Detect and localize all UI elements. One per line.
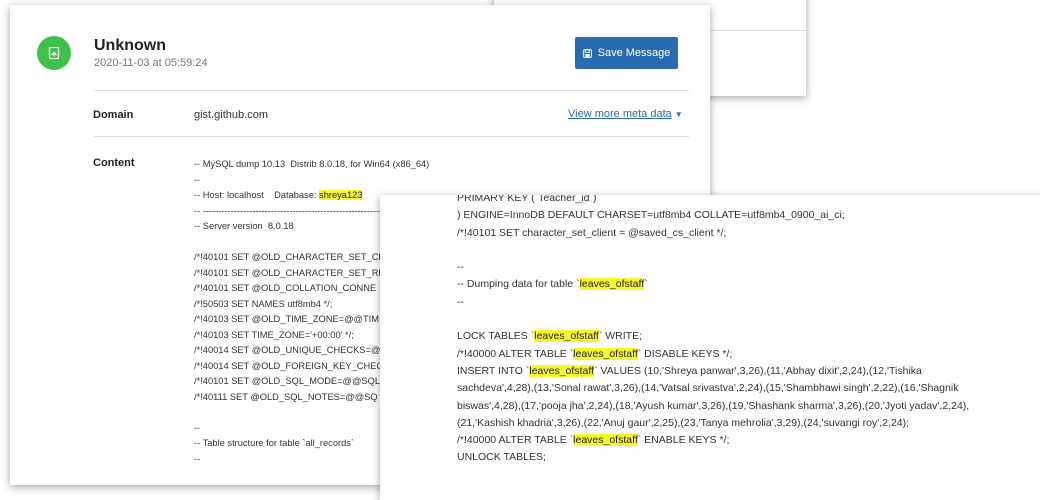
search-highlight: leaves_ofstaff (573, 434, 638, 447)
code-line: INSERT INTO `leaves_ofstaff` VALUES (10,… (457, 363, 1037, 380)
code-line: biswas',4,28),(17,'pooja jha',2,24),(18,… (457, 399, 970, 412)
content-label: Content (93, 157, 135, 169)
code-text: ` (644, 278, 648, 291)
content-text: /*!40101 SET @OLD_CHARACTER_SET_RE (194, 267, 385, 278)
content-expanded-text: PRIMARY KEY (`Teacher_id`) ) ENGINE=Inno… (457, 195, 1037, 467)
header-divider (94, 90, 689, 91)
code-line: -- (457, 261, 464, 274)
code-line: (21,'Kashish khadria',3,26),(22,'Anuj ga… (457, 416, 910, 429)
code-line: UNLOCK TABLES; (457, 451, 546, 464)
content-text: /*!40103 SET TIME_ZONE='+00:00' */; (194, 329, 354, 340)
code-text: ` DISABLE KEYS */; (637, 347, 733, 360)
view-more-meta-link[interactable]: View more meta data ▼ (568, 108, 683, 120)
code-text: INSERT INTO ` (457, 364, 530, 377)
content-text: -- Table structure for table `all_record… (194, 438, 355, 448)
content-text: -- (194, 453, 201, 464)
save-message-label: Save Message (597, 47, 671, 59)
domain-label: Domain (93, 109, 134, 121)
content-expanded-panel: PRIMARY KEY (`Teacher_id`) ) ENGINE=Inno… (380, 195, 1040, 500)
content-text: /*!50503 SET NAMES utf8mb4 */; (194, 298, 333, 309)
code-text: /*!40000 ALTER TABLE ` (457, 434, 574, 447)
content-text: /*!40014 SET @OLD_UNIQUE_CHECKS=@ (194, 345, 381, 355)
content-text: -- -------------------------------------… (194, 205, 386, 216)
domain-divider (94, 136, 689, 137)
save-message-button[interactable]: Save Message (575, 37, 678, 69)
code-line: LOCK TABLES `leaves_ofstaff` WRITE; (457, 328, 1037, 345)
content-line: -- MySQL dump 10.13 Distrib 8.0.18, for … (194, 157, 429, 173)
code-text: ` ENABLE KEYS */; (637, 434, 730, 447)
content-text: -- MySQL dump 10.13 Distrib 8.0.18, for … (194, 159, 430, 169)
search-highlight: shreya123 (319, 190, 363, 200)
content-text: /*!40101 SET @OLD_SQL_MODE=@@SQL (194, 376, 381, 386)
content-line: -- (194, 173, 414, 189)
code-line: ) ENGINE=InnoDB DEFAULT CHARSET=utf8mb4 … (457, 209, 845, 222)
content-text: /*!40101 SET @OLD_CHARACTER_SET_CL (194, 252, 384, 262)
content-text: -- Server version 8.0.18 (194, 221, 294, 231)
code-line: -- (457, 295, 464, 308)
view-more-meta-label: View more meta data (568, 108, 672, 120)
code-line: -- Dumping data for table `leaves_ofstaf… (457, 276, 1037, 293)
caret-down-icon: ▼ (674, 110, 683, 119)
domain-value: gist.github.com (194, 109, 268, 121)
code-line: /*!40101 SET character_set_client = @sav… (457, 226, 727, 239)
content-text: /*!40014 SET @OLD_FOREIGN_KEY_CHEC (194, 360, 384, 371)
code-line: /*!40000 ALTER TABLE `leaves_ofstaff` DI… (457, 346, 1037, 363)
message-timestamp: 2020-11-03 at 05:59:24 (94, 57, 208, 69)
content-text: -- (194, 422, 201, 433)
code-text: -- Dumping data for table ` (457, 278, 580, 291)
code-line: PRIMARY KEY (`Teacher_id`) (457, 195, 597, 204)
code-line: /*!40000 ALTER TABLE `leaves_ofstaff` EN… (457, 432, 1037, 449)
content-text: /*!40103 SET @OLD_TIME_ZONE=@@TIM (194, 314, 379, 324)
code-text: ` VALUES (10,'Shreya panwar',3,26),(11,'… (593, 364, 922, 377)
code-text: LOCK TABLES ` (457, 330, 535, 343)
floppy-disk-icon (582, 48, 592, 58)
content-text: /*!40101 SET @OLD_COLLATION_CONNE (194, 283, 377, 293)
search-highlight: leaves_ofstaff (534, 330, 599, 343)
content-text: -- (194, 174, 201, 185)
search-highlight: leaves_ofstaff (573, 347, 638, 360)
search-highlight: leaves_ofstaff (579, 278, 645, 291)
content-text: /*!40111 SET @OLD_SQL_NOTES=@@SQ (194, 391, 378, 402)
message-title: Unknown (94, 37, 166, 54)
document-icon (48, 46, 60, 60)
code-text: ` WRITE; (598, 330, 643, 343)
code-text: /*!40000 ALTER TABLE ` (457, 347, 574, 360)
avatar (37, 36, 71, 70)
content-text: -- Host: localhost Database: (194, 190, 320, 200)
code-line: sachdeva',4,28),(13,'Sonal rawat',3,26),… (457, 382, 959, 395)
search-highlight: leaves_ofstaff (529, 364, 594, 377)
